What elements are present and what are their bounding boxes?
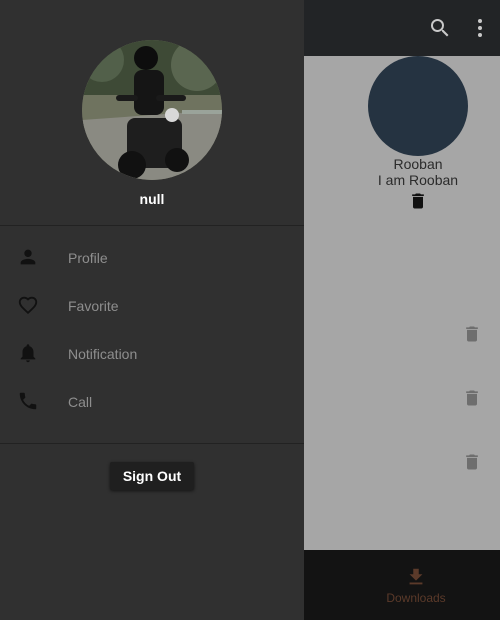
menu-item-profile[interactable]: Profile <box>0 234 304 282</box>
download-icon[interactable] <box>405 566 427 588</box>
delete-icon[interactable] <box>462 452 482 472</box>
phone-icon <box>17 390 39 412</box>
bottom-nav-downloads[interactable]: Downloads <box>366 591 466 605</box>
divider <box>0 225 304 226</box>
user-status: I am Rooban <box>377 172 459 188</box>
sign-out-button[interactable]: Sign Out <box>110 462 194 490</box>
navigation-drawer: null Profile Favorite Notification Call … <box>0 0 304 620</box>
menu-item-label: Call <box>68 394 93 410</box>
menu-item-call[interactable]: Call <box>0 378 304 426</box>
bell-icon <box>17 342 39 364</box>
menu-item-notification[interactable]: Notification <box>0 330 304 378</box>
delete-icon[interactable] <box>462 324 482 344</box>
divider <box>0 443 304 444</box>
delete-icon[interactable] <box>462 388 482 408</box>
menu-item-label: Notification <box>68 346 138 362</box>
profile-photo[interactable] <box>82 40 222 180</box>
person-icon <box>17 246 39 268</box>
drawer-user-name: null <box>139 191 165 207</box>
heart-icon <box>17 294 39 316</box>
user-name: Rooban <box>393 156 443 172</box>
search-icon[interactable] <box>428 16 452 40</box>
avatar[interactable] <box>368 56 468 156</box>
more-vert-icon[interactable] <box>468 16 492 40</box>
menu-item-favorite[interactable]: Favorite <box>0 282 304 330</box>
menu-item-label: Profile <box>68 250 108 266</box>
delete-icon[interactable] <box>408 191 428 211</box>
menu-item-label: Favorite <box>68 298 119 314</box>
